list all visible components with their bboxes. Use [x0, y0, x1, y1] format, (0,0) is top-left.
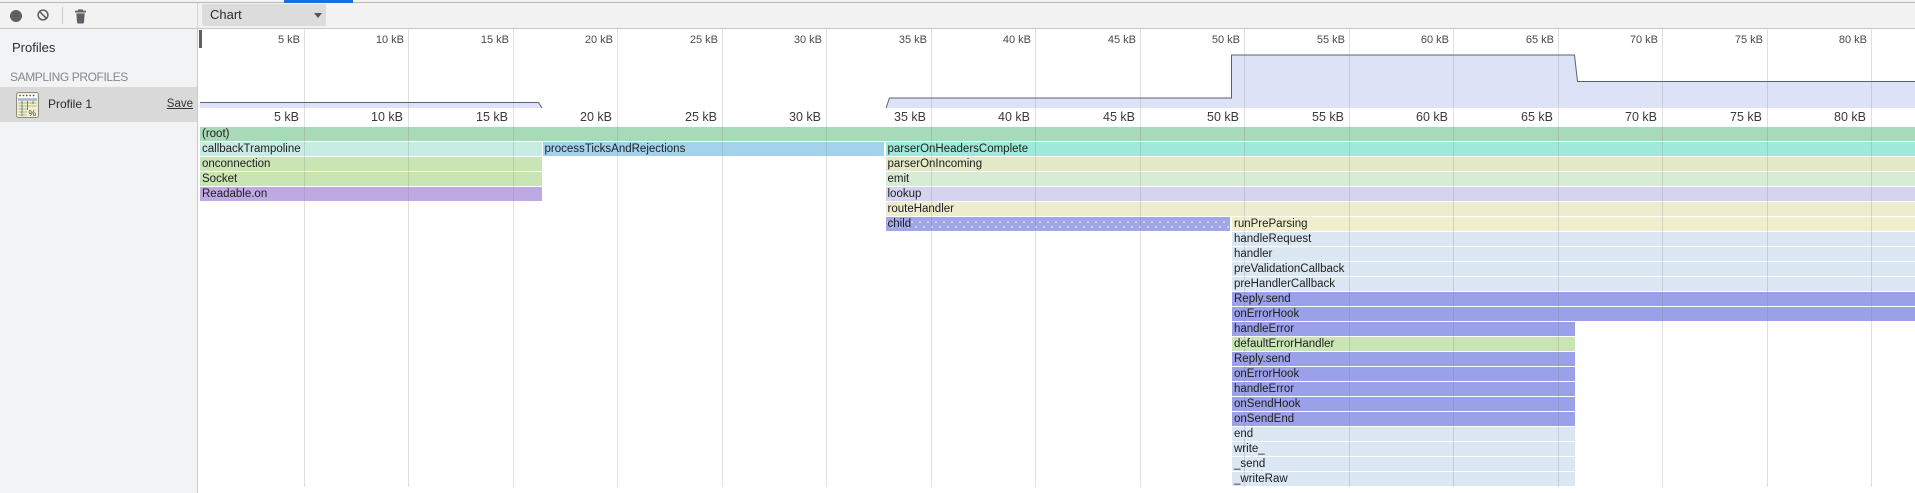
svg-text:%: %	[29, 108, 37, 118]
